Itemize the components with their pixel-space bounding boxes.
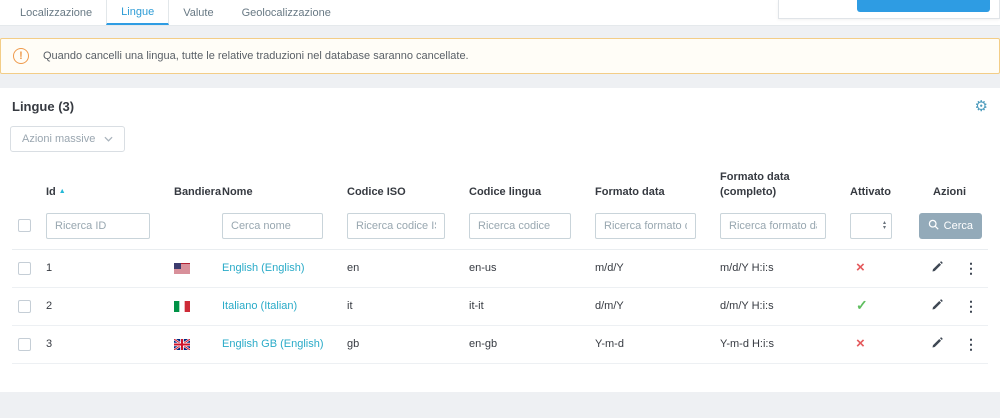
- row-date-full-cell: m/d/Y H:i:s: [714, 249, 844, 287]
- warning-message: Quando cancelli una lingua, tutte le rel…: [43, 50, 469, 62]
- languages-table: Id▲ Bandiera Nome Codice ISO Codice ling…: [12, 164, 988, 364]
- row-code-cell: en-gb: [463, 325, 589, 363]
- tab-lingue[interactable]: Lingue: [106, 0, 169, 25]
- filter-date-full-input[interactable]: [720, 213, 826, 239]
- filter-name-input[interactable]: [222, 213, 323, 239]
- header-checkbox-col: [12, 164, 40, 209]
- filter-code-input[interactable]: [469, 213, 571, 239]
- tab-geolocalizzazione[interactable]: Geolocalizzazione: [228, 0, 345, 25]
- gear-icon[interactable]: ⚙: [975, 99, 988, 114]
- us-flag-icon: [174, 263, 210, 274]
- row-date-full-cell: Y-m-d H:i:s: [714, 325, 844, 363]
- language-name-link[interactable]: English (English): [222, 262, 305, 274]
- panel-title: Lingue (3): [12, 99, 74, 114]
- active-check-icon: ✓: [850, 299, 868, 311]
- column-header-bandiera: Bandiera: [168, 164, 216, 209]
- top-tab-bar: Localizzazione Lingue Valute Geolocalizz…: [0, 0, 1000, 26]
- filter-id-input[interactable]: [46, 213, 150, 239]
- column-header-codice-iso: Codice ISO: [341, 164, 463, 209]
- filter-date-input[interactable]: [595, 213, 696, 239]
- edit-icon[interactable]: [931, 261, 943, 276]
- sort-asc-icon: ▲: [59, 188, 66, 195]
- column-header-azioni: Azioni: [924, 164, 988, 209]
- row-code-cell: it-it: [463, 287, 589, 325]
- row-date-cell: m/d/Y: [589, 249, 714, 287]
- table-row: 2 Italiano (Italian) it it-it d/m/Y d/m/…: [12, 287, 988, 325]
- row-checkbox[interactable]: [18, 338, 31, 351]
- edit-icon[interactable]: [931, 337, 943, 352]
- language-rows: 1 English (English) en en-us m/d/Y m/d/Y…: [12, 249, 988, 363]
- table-row: 1 English (English) en en-us m/d/Y m/d/Y…: [12, 249, 988, 287]
- search-button[interactable]: Cerca: [919, 213, 982, 239]
- language-name-link[interactable]: English GB (English): [222, 338, 324, 350]
- bulk-actions-label: Azioni massive: [22, 133, 95, 145]
- column-header-formato-data: Formato data: [589, 164, 714, 209]
- search-icon: [928, 219, 939, 233]
- header-panel-partial: [778, 0, 1000, 19]
- row-iso-cell: gb: [341, 325, 463, 363]
- column-header-nome: Nome: [216, 164, 341, 209]
- row-code-cell: en-us: [463, 249, 589, 287]
- languages-panel: Lingue (3) ⚙ Azioni massive Id▲ Bandiera…: [0, 88, 1000, 392]
- gb-flag-icon: [174, 339, 210, 350]
- column-header-attivato: Attivato: [844, 164, 924, 209]
- active-filter-select[interactable]: ▴▾: [850, 213, 892, 239]
- edit-icon[interactable]: [931, 299, 943, 314]
- warning-banner: ! Quando cancelli una lingua, tutte le r…: [0, 38, 1000, 74]
- filter-row: ▴▾ Cerca: [12, 209, 988, 250]
- primary-action-button-partial[interactable]: [857, 0, 990, 12]
- more-actions-icon[interactable]: ⋮: [964, 298, 978, 315]
- warning-icon: !: [13, 48, 29, 64]
- row-date-cell: Y-m-d: [589, 325, 714, 363]
- more-actions-icon[interactable]: ⋮: [964, 260, 978, 277]
- row-iso-cell: en: [341, 249, 463, 287]
- more-actions-icon[interactable]: ⋮: [964, 336, 978, 353]
- tab-localizzazione[interactable]: Localizzazione: [6, 0, 106, 25]
- filter-iso-input[interactable]: [347, 213, 445, 239]
- row-date-cell: d/m/Y: [589, 287, 714, 325]
- row-id-cell: 3: [40, 325, 168, 363]
- column-header-formato-data-completo: Formato data (completo): [714, 164, 844, 209]
- it-flag-icon: [174, 301, 210, 312]
- header-row: Id▲ Bandiera Nome Codice ISO Codice ling…: [12, 164, 988, 209]
- row-date-full-cell: d/m/Y H:i:s: [714, 287, 844, 325]
- inactive-cross-icon: ×: [850, 338, 865, 350]
- column-header-id[interactable]: Id▲: [40, 164, 168, 209]
- language-name-link[interactable]: Italiano (Italian): [222, 300, 297, 312]
- row-iso-cell: it: [341, 287, 463, 325]
- tab-valute[interactable]: Valute: [169, 0, 227, 25]
- row-id-cell: 1: [40, 249, 168, 287]
- column-header-codice-lingua: Codice lingua: [463, 164, 589, 209]
- row-checkbox[interactable]: [18, 262, 31, 275]
- inactive-cross-icon: ×: [850, 262, 865, 274]
- chevron-down-icon: [104, 133, 113, 145]
- select-all-checkbox[interactable]: [18, 219, 31, 232]
- row-checkbox[interactable]: [18, 300, 31, 313]
- table-row: 3 English GB (English) gb en-gb Y-m-d Y-…: [12, 325, 988, 363]
- row-id-cell: 2: [40, 287, 168, 325]
- select-arrows-icon: ▴▾: [883, 221, 886, 231]
- search-button-label: Cerca: [944, 220, 973, 232]
- panel-header: Lingue (3) ⚙: [0, 88, 1000, 122]
- bulk-actions-button[interactable]: Azioni massive: [10, 126, 125, 152]
